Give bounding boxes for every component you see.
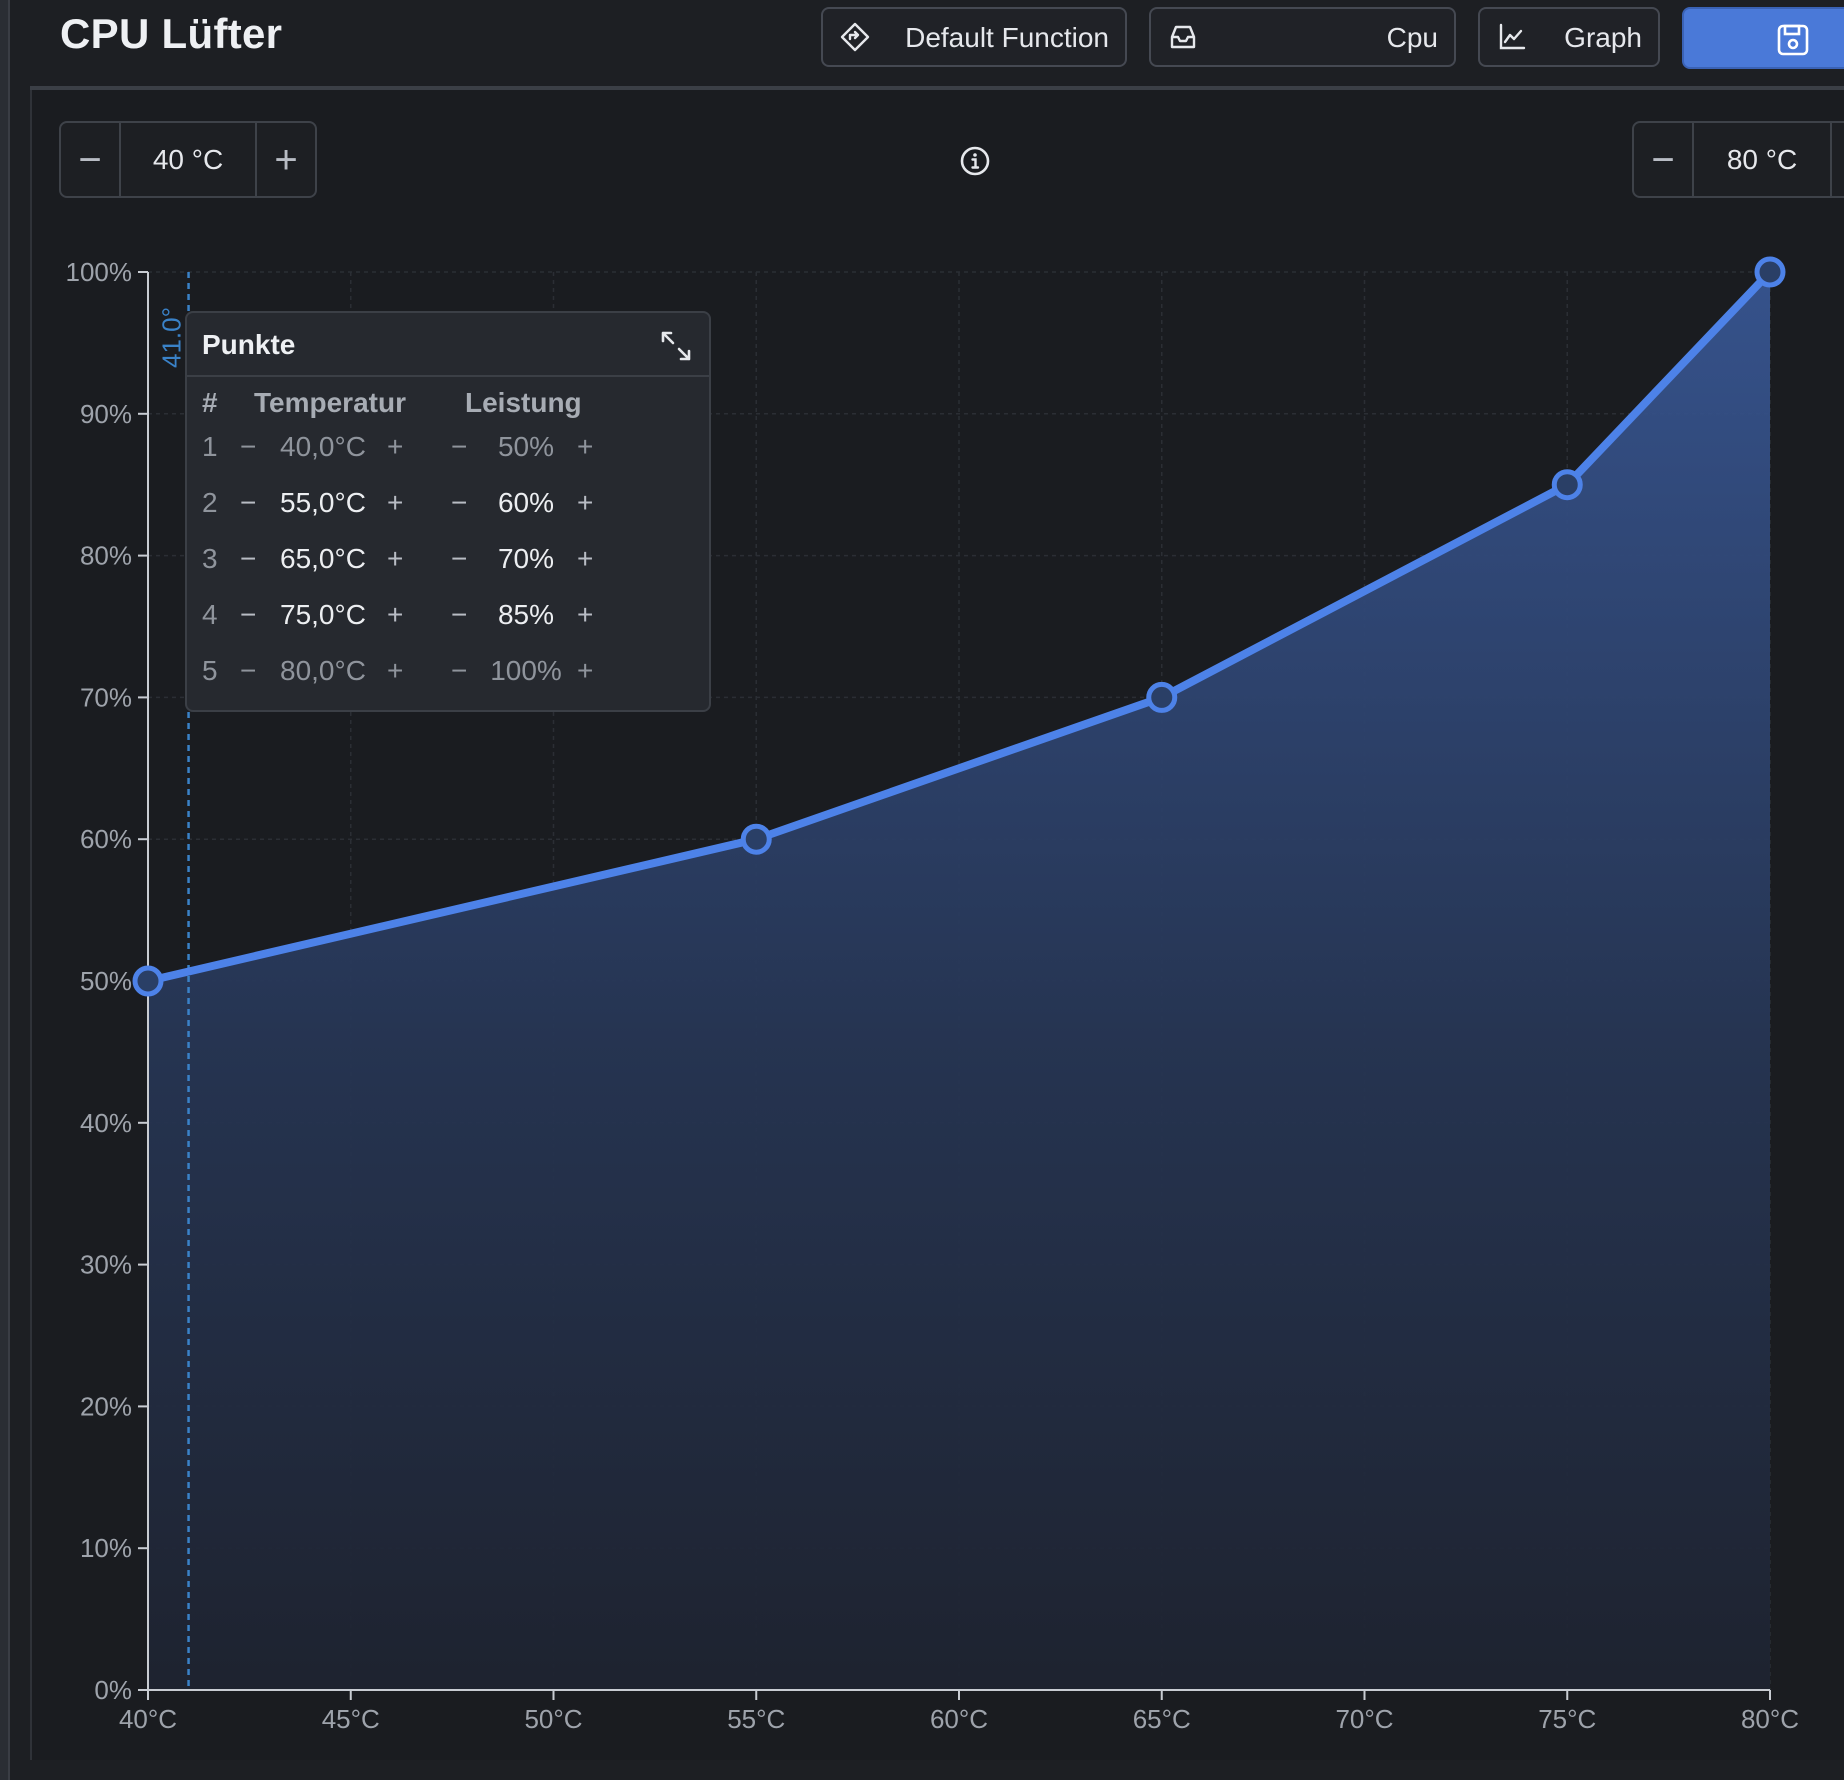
power-increment-button[interactable]: + <box>577 431 593 463</box>
point-power: 100% <box>490 655 562 686</box>
power-increment-button[interactable]: + <box>577 543 593 575</box>
y-tick-label: 70% <box>80 682 132 712</box>
point-index: 3 <box>202 543 218 574</box>
point-temperature: 75,0°C <box>280 599 366 630</box>
temp-decrement-button[interactable]: − <box>240 431 256 463</box>
point-temperature: 40,0°C <box>280 431 366 462</box>
curve-point[interactable] <box>1551 469 1583 501</box>
power-decrement-button[interactable]: − <box>451 487 467 519</box>
power-decrement-button[interactable]: − <box>451 599 467 631</box>
point-row: 4−75,0°C + −85% + <box>187 599 709 655</box>
point-temperature: 80,0°C <box>280 655 366 686</box>
point-temperature: 65,0°C <box>280 543 366 574</box>
y-tick-label: 50% <box>80 966 132 996</box>
x-tick-label: 50°C <box>524 1704 582 1734</box>
temp-increment-button[interactable]: + <box>387 655 403 687</box>
col-header-num: # <box>202 387 218 418</box>
y-tick-label: 20% <box>80 1391 132 1421</box>
points-panel-header: Punkte <box>187 313 709 377</box>
point-index: 5 <box>202 655 218 686</box>
point-row: 1−40,0°C + −50% + <box>187 431 709 487</box>
temp-decrement-button[interactable]: − <box>240 655 256 687</box>
power-increment-button[interactable]: + <box>577 599 593 631</box>
power-increment-button[interactable]: + <box>577 655 593 687</box>
temp-increment-button[interactable]: + <box>387 543 403 575</box>
curve-point[interactable] <box>1754 256 1786 288</box>
x-tick-label: 65°C <box>1133 1704 1191 1734</box>
power-decrement-button[interactable]: − <box>451 543 467 575</box>
power-decrement-button[interactable]: − <box>451 431 467 463</box>
y-tick-label: 10% <box>80 1533 132 1563</box>
point-row: 5−80,0°C + −100% + <box>187 655 709 711</box>
x-tick-label: 75°C <box>1538 1704 1596 1734</box>
point-power: 50% <box>497 431 555 462</box>
curve-point[interactable] <box>740 823 772 855</box>
x-tick-label: 70°C <box>1335 1704 1393 1734</box>
power-increment-button[interactable]: + <box>577 487 593 519</box>
temp-decrement-button[interactable]: − <box>240 487 256 519</box>
x-tick-label: 45°C <box>322 1704 380 1734</box>
x-tick-label: 55°C <box>727 1704 785 1734</box>
point-power: 85% <box>497 599 555 630</box>
point-temperature: 55,0°C <box>280 487 366 518</box>
point-power: 70% <box>497 543 555 574</box>
curve-point[interactable] <box>132 965 164 997</box>
temp-increment-button[interactable]: + <box>387 599 403 631</box>
temp-increment-button[interactable]: + <box>387 487 403 519</box>
expand-icon[interactable] <box>659 329 693 368</box>
y-tick-label: 100% <box>66 257 133 287</box>
point-index: 2 <box>202 487 218 518</box>
temp-increment-button[interactable]: + <box>387 431 403 463</box>
temp-decrement-button[interactable]: − <box>240 599 256 631</box>
point-row: 2−55,0°C + −60% + <box>187 487 709 543</box>
point-index: 1 <box>202 431 218 462</box>
y-tick-label: 60% <box>80 824 132 854</box>
y-tick-label: 80% <box>80 541 132 571</box>
point-row: 3−65,0°C + −70% + <box>187 543 709 599</box>
x-tick-label: 40°C <box>119 1704 177 1734</box>
x-tick-label: 60°C <box>930 1704 988 1734</box>
y-tick-label: 40% <box>80 1108 132 1138</box>
point-index: 4 <box>202 599 218 630</box>
x-tick-label: 80°C <box>1741 1704 1799 1734</box>
current-temp-label: 41.0° <box>157 307 187 368</box>
curve-point[interactable] <box>1146 681 1178 713</box>
y-tick-label: 90% <box>80 399 132 429</box>
points-panel: Punkte # Temperatur Leistung 1−40,0°C + −5… <box>185 311 711 712</box>
y-tick-label: 30% <box>80 1250 132 1280</box>
y-tick-label: 0% <box>94 1675 132 1705</box>
fan-curve-chart[interactable]: 40°C 45°C 50°C 55°C 60°C 65°C 70°C 75°C 80°C 0% 10… <box>0 0 1844 1780</box>
temp-decrement-button[interactable]: − <box>240 543 256 575</box>
point-power: 60% <box>497 487 555 518</box>
points-panel-title: Punkte <box>202 329 296 360</box>
power-decrement-button[interactable]: − <box>451 655 467 687</box>
col-header-temp: Temperatur <box>254 387 406 418</box>
col-header-power: Leistung <box>465 387 582 418</box>
